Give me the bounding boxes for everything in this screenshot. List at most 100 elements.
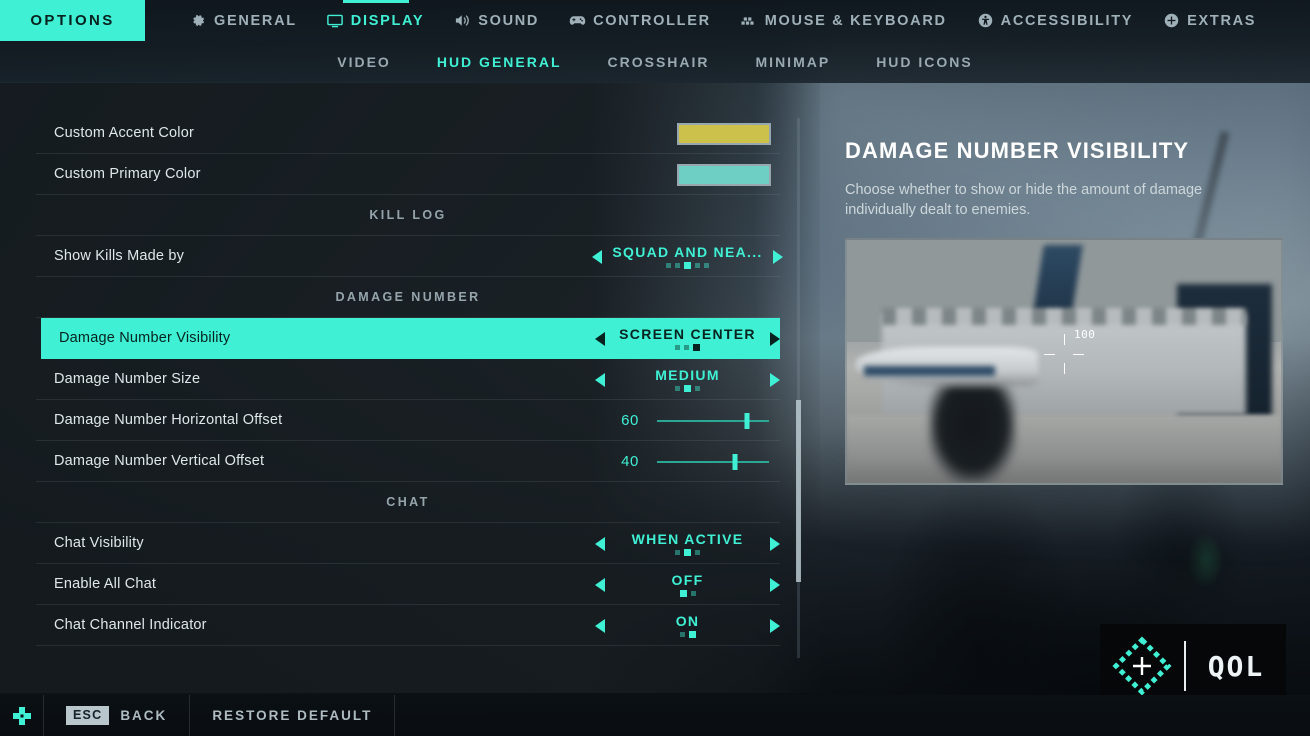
setting-control: 40 bbox=[595, 441, 780, 482]
setting-label: Damage Number Visibility bbox=[59, 330, 231, 346]
info-panel: DAMAGE NUMBER VISIBILITY Choose whether … bbox=[845, 138, 1295, 220]
stepper-next-arrow[interactable] bbox=[770, 577, 780, 592]
settings-list: Custom Accent Color Custom Primary Color K… bbox=[36, 113, 783, 646]
subnav-item-hud-icons[interactable]: HUD ICONS bbox=[870, 51, 979, 73]
stepper-value: MEDIUM bbox=[655, 366, 720, 383]
setting-label: Damage Number Size bbox=[54, 371, 201, 387]
option-dots bbox=[666, 261, 709, 269]
setting-row[interactable]: Damage Number Size MEDIUM bbox=[36, 359, 780, 400]
setting-row[interactable]: Damage Number Visibility SCREEN CENTER bbox=[41, 318, 780, 359]
options-screen: OPTIONS GENERAL DISPLAY SOUND CONTROLLER MOU… bbox=[0, 0, 1310, 736]
speaker-icon bbox=[454, 12, 471, 29]
topnav-item-label: SOUND bbox=[478, 12, 540, 29]
dpad-icon bbox=[0, 695, 44, 736]
options-tab[interactable]: OPTIONS bbox=[0, 0, 145, 41]
setting-label: Damage Number Horizontal Offset bbox=[54, 412, 283, 428]
topnav-item-extras[interactable]: EXTRAS bbox=[1148, 0, 1271, 41]
slider-track[interactable] bbox=[657, 453, 769, 470]
preview-terminal-roof bbox=[881, 308, 1247, 326]
stepper-previous-arrow[interactable] bbox=[595, 331, 605, 346]
bottom-action-bar: ESC BACK RESTORE DEFAULT bbox=[0, 695, 1310, 736]
topnav-item-label: MOUSE & KEYBOARD bbox=[764, 12, 947, 29]
setting-row[interactable]: Chat Channel Indicator ON bbox=[36, 605, 780, 646]
setting-control bbox=[595, 154, 780, 195]
subnav-item-crosshair[interactable]: CROSSHAIR bbox=[602, 51, 716, 73]
accessibility-icon bbox=[977, 12, 994, 29]
setting-row[interactable]: Custom Accent Color bbox=[36, 113, 780, 154]
slider-value: 60 bbox=[621, 412, 639, 429]
stepper-previous-arrow[interactable] bbox=[595, 618, 605, 633]
slider-track[interactable] bbox=[657, 412, 769, 429]
setting-label: Custom Primary Color bbox=[54, 166, 201, 182]
stepper-previous-arrow[interactable] bbox=[592, 249, 603, 264]
esc-key-badge: ESC bbox=[66, 706, 110, 725]
info-description: Choose whether to show or hide the amoun… bbox=[845, 182, 1203, 218]
subnav-item-video[interactable]: VIDEO bbox=[331, 51, 397, 73]
restore-default-button[interactable]: RESTORE DEFAULT bbox=[190, 695, 396, 736]
preview-airplane-stripe bbox=[864, 366, 995, 377]
setting-row[interactable]: Chat Visibility WHEN ACTIVE bbox=[36, 523, 780, 564]
setting-control: OFF bbox=[595, 564, 780, 605]
gamepad-icon bbox=[569, 12, 586, 29]
stepper-next-arrow[interactable] bbox=[772, 249, 783, 264]
setting-control: 60 bbox=[595, 400, 780, 441]
setting-label: Chat Channel Indicator bbox=[54, 617, 207, 633]
setting-control: ON bbox=[595, 605, 780, 646]
topnav-item-label: GENERAL bbox=[214, 12, 297, 29]
qol-label: QOL bbox=[1207, 649, 1265, 683]
subnav-item-minimap[interactable]: MINIMAP bbox=[750, 51, 837, 73]
stepper-value: SQUAD AND NEA... bbox=[612, 243, 763, 260]
color-swatch[interactable] bbox=[677, 163, 771, 186]
stepper-next-arrow[interactable] bbox=[770, 618, 780, 633]
slider-thumb[interactable] bbox=[732, 453, 738, 470]
preview-soldier-silhouette bbox=[929, 385, 1017, 483]
stepper-previous-arrow[interactable] bbox=[595, 536, 605, 551]
setting-row[interactable]: Enable All Chat OFF bbox=[36, 564, 780, 605]
topnav-item-display[interactable]: DISPLAY bbox=[312, 0, 439, 41]
stepper-value: SCREEN CENTER bbox=[619, 325, 756, 342]
stepper-next-arrow[interactable] bbox=[770, 536, 780, 551]
sub-navigation-bar: VIDEO HUD GENERAL CROSSHAIR MINIMAP HUD ICON… bbox=[0, 41, 1310, 83]
restore-default-label: RESTORE DEFAULT bbox=[212, 708, 373, 723]
back-button[interactable]: ESC BACK bbox=[44, 695, 191, 736]
option-dots bbox=[679, 589, 696, 597]
stepper-value: OFF bbox=[671, 571, 704, 588]
section-header-label: KILL LOG bbox=[369, 208, 447, 222]
setting-label: Damage Number Vertical Offset bbox=[54, 453, 265, 469]
option-dots bbox=[675, 384, 700, 392]
subnav-item-hud-general[interactable]: HUD GENERAL bbox=[431, 51, 568, 73]
stepper-previous-arrow[interactable] bbox=[595, 372, 605, 387]
gear-icon bbox=[190, 12, 207, 29]
topnav-item-mouse-keyboard[interactable]: MOUSE & KEYBOARD bbox=[726, 0, 962, 41]
setting-label: Enable All Chat bbox=[54, 576, 157, 592]
setting-row[interactable]: Damage Number Horizontal Offset 60 bbox=[36, 400, 780, 441]
setting-control bbox=[595, 113, 780, 154]
settings-panel: Custom Accent Color Custom Primary Color K… bbox=[0, 83, 820, 693]
topnav-item-sound[interactable]: SOUND bbox=[439, 0, 554, 41]
stepper-next-arrow[interactable] bbox=[770, 372, 780, 387]
preview-damage-number: 100 bbox=[1074, 328, 1096, 342]
topnav-item-controller[interactable]: CONTROLLER bbox=[554, 0, 726, 41]
stepper-next-arrow[interactable] bbox=[770, 331, 780, 346]
color-swatch[interactable] bbox=[677, 122, 771, 145]
setting-row[interactable]: Damage Number Vertical Offset 40 bbox=[36, 441, 780, 482]
settings-scrollbar-thumb[interactable] bbox=[796, 400, 801, 582]
setting-row[interactable]: Custom Primary Color bbox=[36, 154, 780, 195]
slider-value: 40 bbox=[621, 453, 639, 470]
setting-row[interactable]: Show Kills Made by SQUAD AND NEA... bbox=[36, 236, 783, 277]
diamond-crosshair-icon bbox=[1100, 635, 1184, 697]
stepper-value: WHEN ACTIVE bbox=[631, 530, 744, 547]
info-title: DAMAGE NUMBER VISIBILITY bbox=[845, 138, 1190, 163]
setting-label: Custom Accent Color bbox=[54, 125, 194, 141]
setting-control: SCREEN CENTER bbox=[595, 318, 780, 359]
option-dots bbox=[679, 630, 696, 638]
topnav-item-label: CONTROLLER bbox=[593, 12, 711, 29]
slider-thumb[interactable] bbox=[744, 412, 750, 429]
topnav-item-label: ACCESSIBILITY bbox=[1000, 12, 1134, 29]
stepper-value: ON bbox=[675, 612, 700, 629]
stepper-previous-arrow[interactable] bbox=[595, 577, 605, 592]
topnav-item-accessibility[interactable]: ACCESSIBILITY bbox=[962, 0, 1148, 41]
setting-control: SQUAD AND NEA... bbox=[592, 236, 783, 277]
preview-crosshair-icon: 100 bbox=[1044, 328, 1095, 375]
topnav-item-general[interactable]: GENERAL bbox=[175, 0, 312, 41]
